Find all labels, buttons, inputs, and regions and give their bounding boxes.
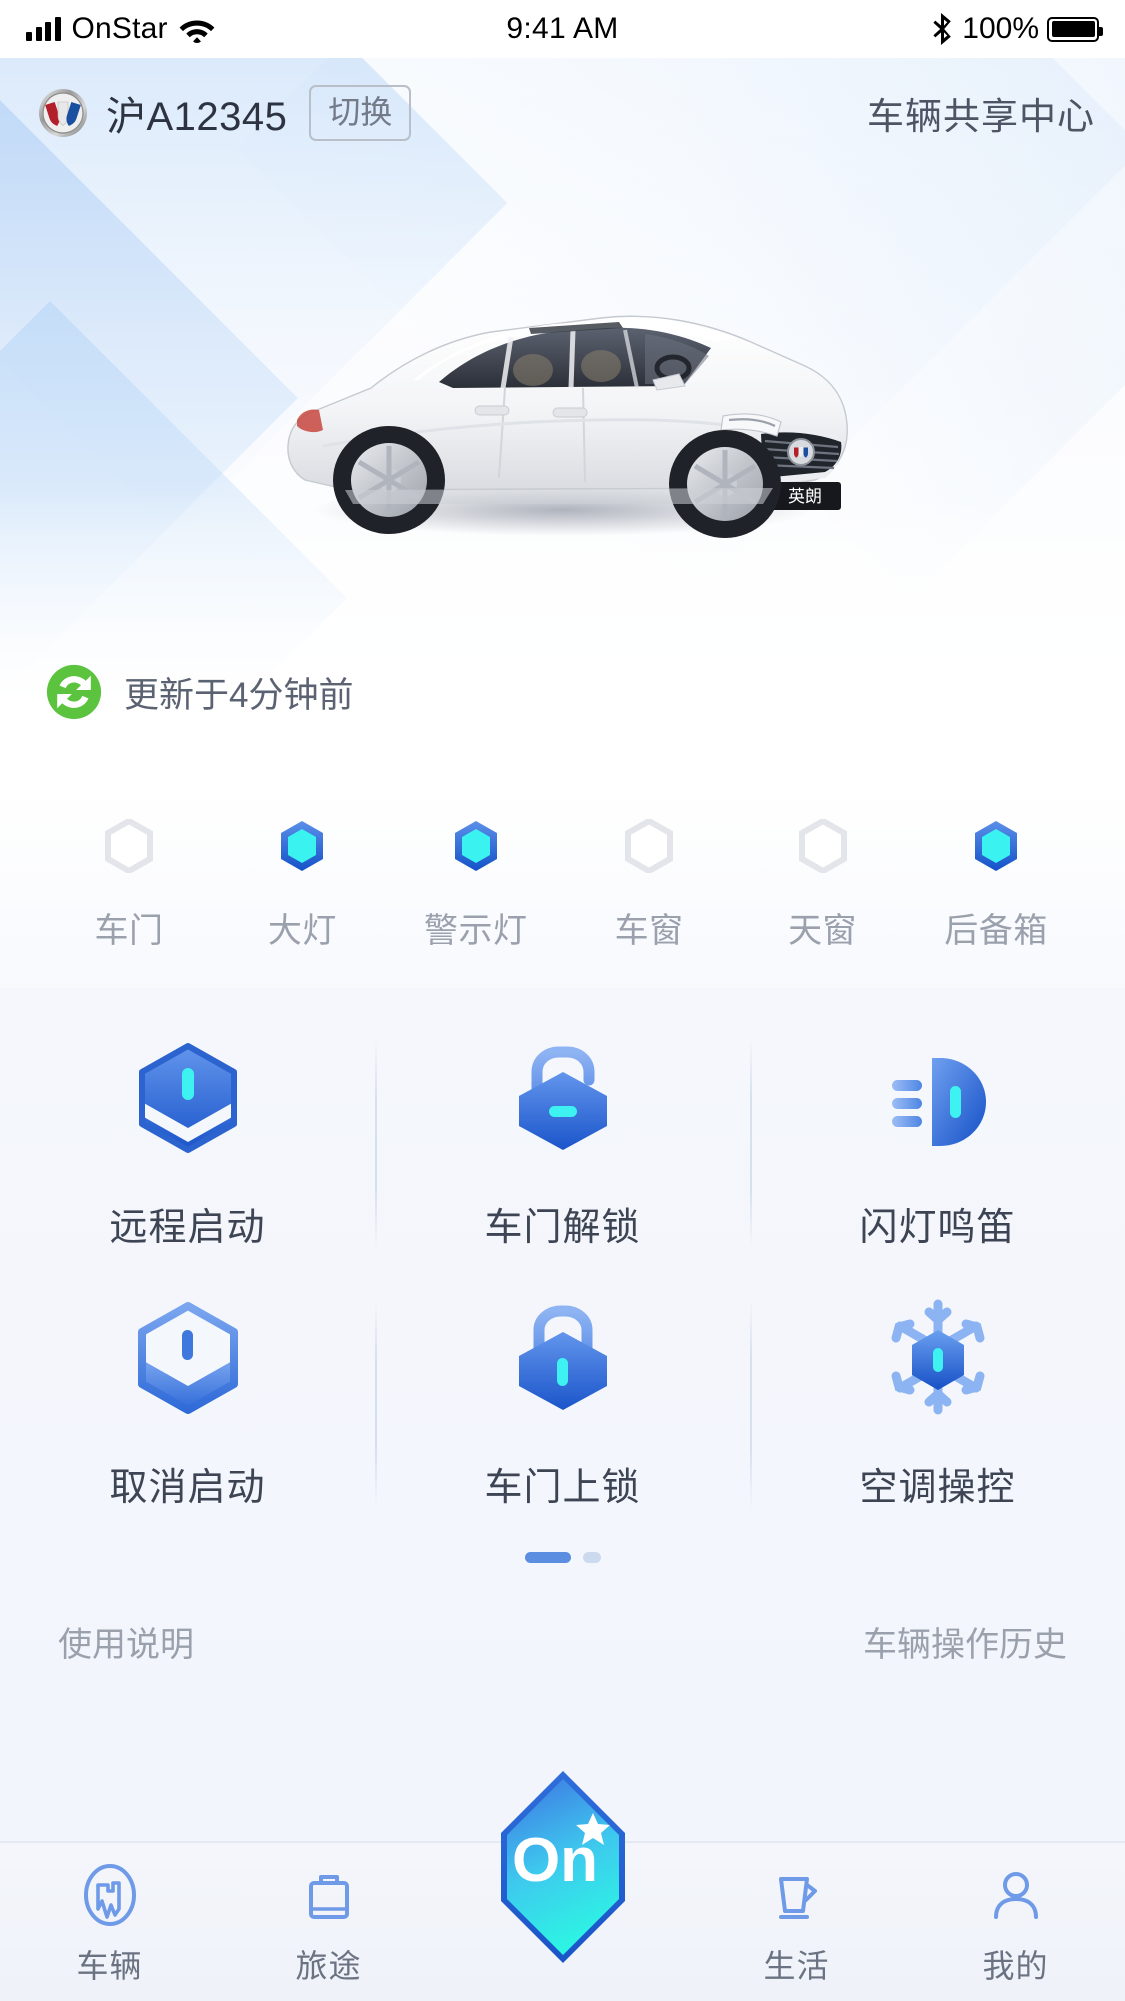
control-label: 车门解锁 xyxy=(484,1206,641,1249)
bluetooth-icon xyxy=(933,13,952,45)
status-item-label: 车门 xyxy=(94,911,164,950)
hexagon-status-icon xyxy=(281,820,324,871)
vehicle-image-wrapper: 英朗 xyxy=(0,238,1125,678)
control-label: 空调操控 xyxy=(859,1466,1016,1509)
switch-vehicle-button[interactable]: 切换 xyxy=(309,85,412,141)
lifestyle-cup-icon xyxy=(778,1877,817,1919)
last-updated-label: 更新于4分钟前 xyxy=(124,675,354,715)
control-label: 闪灯鸣笛 xyxy=(859,1206,1016,1249)
panel-footer-links: 使用说明 车辆操作历史 xyxy=(0,1563,1125,1666)
tab-label: 旅途 xyxy=(295,1948,362,1984)
status-item-label: 后备箱 xyxy=(944,911,1048,950)
app-header: 沪A12345 切换 车辆共享中心 xyxy=(0,58,1125,168)
buick-excelle-sedan-image: 英朗 xyxy=(286,315,848,538)
status-item-label: 大灯 xyxy=(267,911,337,950)
control-air-conditioning[interactable]: 空调操控 xyxy=(750,1274,1125,1534)
usage-instructions-link[interactable]: 使用说明 xyxy=(58,1617,194,1666)
status-item-window[interactable]: 车窗 xyxy=(578,818,720,952)
app-root: OnStar 9:41 AM 100% 沪A12345 切换 车辆共享中心 英朗… xyxy=(0,0,1125,2001)
air-conditioning-icon xyxy=(891,1299,984,1414)
control-label: 取消启动 xyxy=(109,1466,266,1509)
car-plate-text: 英朗 xyxy=(788,487,822,506)
license-plate-label: 沪A12345 xyxy=(106,95,288,139)
control-grid: 远程启动 车门解锁 闪灯鸣笛 取消启动 车门上锁 空调操控 xyxy=(0,1014,1125,1534)
control-label: 远程启动 xyxy=(109,1206,266,1249)
flash-horn-icon xyxy=(891,1057,986,1146)
tab-vehicle[interactable]: 车辆 xyxy=(10,1861,210,1987)
status-item-door[interactable]: 车门 xyxy=(58,818,200,952)
status-item-headlight[interactable]: 大灯 xyxy=(231,819,373,952)
tab-profile[interactable]: 我的 xyxy=(916,1861,1116,1987)
onstar-on-badge-icon: On xyxy=(500,1771,625,1963)
profile-person-icon xyxy=(993,1872,1038,1919)
hexagon-status-icon xyxy=(798,818,847,873)
remote-start-icon xyxy=(138,1042,237,1153)
status-bar-right: 100% xyxy=(932,12,1103,46)
travel-bag-icon xyxy=(308,1875,349,1919)
status-item-hazard[interactable]: 警示灯 xyxy=(405,819,547,952)
control-lock[interactable]: 车门上锁 xyxy=(375,1274,750,1534)
control-cancel-start[interactable]: 取消启动 xyxy=(0,1274,375,1534)
control-flash-horn[interactable]: 闪灯鸣笛 xyxy=(750,1014,1125,1274)
cancel-start-icon xyxy=(137,1301,238,1414)
share-center-link[interactable]: 车辆共享中心 xyxy=(867,86,1095,140)
tab-label: 我的 xyxy=(982,1948,1049,1984)
battery-full-icon xyxy=(1047,16,1103,42)
lock-icon xyxy=(518,1305,607,1410)
refresh-sync-icon xyxy=(46,664,102,720)
control-label: 车门上锁 xyxy=(484,1466,641,1509)
hexagon-status-icon xyxy=(625,818,674,873)
control-panel: 远程启动 车门解锁 闪灯鸣笛 取消启动 车门上锁 空调操控 使用说明 车辆操作历… xyxy=(0,988,1125,1841)
status-bar: OnStar 9:41 AM 100% xyxy=(0,0,1125,58)
hexagon-status-icon xyxy=(974,820,1017,871)
pager-dot-active[interactable] xyxy=(524,1552,571,1563)
tab-life[interactable]: 生活 xyxy=(697,1861,897,1987)
last-updated-row[interactable]: 更新于4分钟前 xyxy=(46,664,353,720)
hero-section: 沪A12345 切换 车辆共享中心 英朗 更新于4分钟前 xyxy=(0,58,1125,788)
buick-logo-icon xyxy=(39,89,87,137)
bottom-nav-bar: 车辆 旅途 On 生活 我的 xyxy=(0,1771,1125,2001)
battery-percent-label: 100% xyxy=(962,12,1039,45)
hexagon-status-icon xyxy=(454,820,497,871)
status-item-sunroof[interactable]: 天窗 xyxy=(752,818,894,952)
operation-history-link[interactable]: 车辆操作历史 xyxy=(863,1617,1067,1666)
control-unlock[interactable]: 车门解锁 xyxy=(375,1014,750,1274)
tab-travel[interactable]: 旅途 xyxy=(229,1861,429,1987)
status-item-label: 车窗 xyxy=(614,911,684,950)
vehicle-status-strip: 车门 大灯 警示灯 车窗 天窗 后备箱 xyxy=(0,788,1125,988)
status-item-trunk[interactable]: 后备箱 xyxy=(925,819,1067,952)
vehicle-shield-icon xyxy=(83,1864,136,1926)
hexagon-status-icon xyxy=(105,818,153,873)
tab-label: 生活 xyxy=(763,1948,830,1984)
control-pager-dots[interactable] xyxy=(0,1552,1125,1563)
unlock-icon xyxy=(518,1046,607,1150)
vehicle-selector[interactable]: 沪A12345 xyxy=(38,84,287,142)
status-item-label: 天窗 xyxy=(788,911,858,950)
control-remote-start[interactable]: 远程启动 xyxy=(0,1014,375,1274)
status-item-label: 警示灯 xyxy=(424,911,528,950)
pager-dot-inactive[interactable] xyxy=(582,1552,601,1563)
tab-label: 车辆 xyxy=(76,1948,143,1984)
